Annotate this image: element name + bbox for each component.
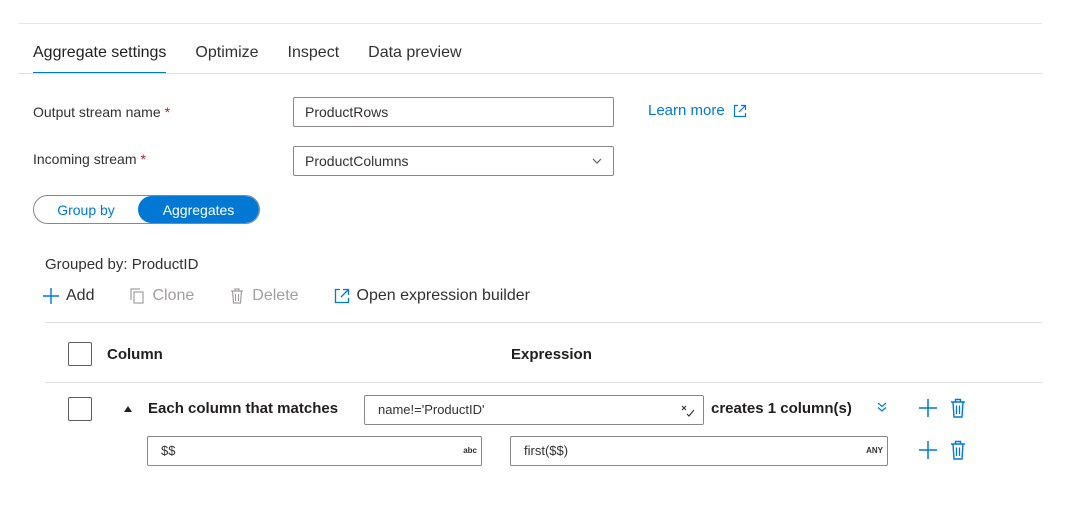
incoming-stream-label: Incoming stream * <box>33 151 146 167</box>
open-expression-builder-label: Open expression builder <box>356 287 530 304</box>
expression-header: Expression <box>511 346 592 363</box>
incoming-stream-value: ProductColumns <box>305 153 409 169</box>
learn-more-link[interactable]: Learn more <box>648 102 748 119</box>
copy-icon <box>130 288 145 304</box>
clone-label: Clone <box>152 287 195 304</box>
tab-optimize[interactable]: Optimize <box>195 42 258 74</box>
group-aggregate-toggle: Group by Aggregates <box>33 195 260 224</box>
incoming-stream-select[interactable]: ProductColumns <box>293 146 614 176</box>
expression-type-tag: ANY <box>866 446 883 455</box>
aggregates-option[interactable]: Aggregates <box>138 196 259 223</box>
table-header-divider <box>45 382 1042 383</box>
toolbar: Add Clone Delete Open expression builder <box>42 284 564 308</box>
delete-label: Delete <box>252 287 299 304</box>
column-header: Column <box>107 346 163 363</box>
column-type-tag: abc <box>463 446 477 455</box>
delete-subrow-trash-icon[interactable] <box>948 439 968 461</box>
output-stream-label-text: Output stream name <box>33 104 161 120</box>
tabs-divider <box>18 73 1042 74</box>
pattern-label: Each column that matches <box>148 400 339 417</box>
match-expression-input[interactable]: name!='ProductID' <box>364 395 704 425</box>
add-row-plus-icon[interactable] <box>918 398 938 418</box>
required-mark: * <box>140 151 146 167</box>
expression-value: first($$) <box>524 443 569 458</box>
double-chevron-down-icon[interactable] <box>876 401 888 413</box>
collapse-caret-icon[interactable] <box>122 403 134 415</box>
required-mark: * <box>164 104 171 120</box>
plus-icon <box>43 288 59 304</box>
select-all-checkbox[interactable] <box>68 342 92 366</box>
clone-button[interactable]: Clone <box>128 287 194 305</box>
add-label: Add <box>66 287 95 304</box>
expression-input[interactable]: first($$) ANY <box>510 436 888 466</box>
incoming-stream-label-text: Incoming stream <box>33 151 137 167</box>
row-checkbox[interactable] <box>68 397 92 421</box>
external-link-icon <box>733 104 746 117</box>
tab-data-preview[interactable]: Data preview <box>368 42 461 74</box>
output-stream-value: ProductRows <box>305 104 389 120</box>
output-stream-label: Output stream name * <box>33 104 170 120</box>
tab-bar: Aggregate settings Optimize Inspect Data… <box>33 42 491 74</box>
column-name-input[interactable]: $$ abc <box>147 436 482 466</box>
add-button[interactable]: Add <box>42 287 94 305</box>
tab-aggregate-settings[interactable]: Aggregate settings <box>33 42 167 74</box>
delete-button[interactable]: Delete <box>228 287 299 305</box>
table-top-divider <box>45 322 1042 323</box>
add-subrow-plus-icon[interactable] <box>918 440 938 460</box>
open-expression-builder-button[interactable]: Open expression builder <box>333 287 530 305</box>
learn-more-text: Learn more <box>648 102 725 119</box>
clear-validate-icon[interactable] <box>681 404 695 418</box>
output-stream-input[interactable]: ProductRows <box>293 97 614 127</box>
column-name-value: $$ <box>161 443 176 458</box>
match-expression-value: name!='ProductID' <box>378 402 485 417</box>
chevron-down-icon <box>592 158 602 164</box>
delete-row-trash-icon[interactable] <box>948 397 968 419</box>
creates-columns-text: creates 1 column(s) <box>711 400 852 417</box>
top-divider <box>18 23 1042 24</box>
tab-inspect[interactable]: Inspect <box>288 42 340 74</box>
external-link-icon <box>334 288 349 304</box>
trash-icon <box>231 288 244 304</box>
grouped-by-text: Grouped by: ProductID <box>45 256 199 273</box>
group-by-option[interactable]: Group by <box>34 196 138 223</box>
